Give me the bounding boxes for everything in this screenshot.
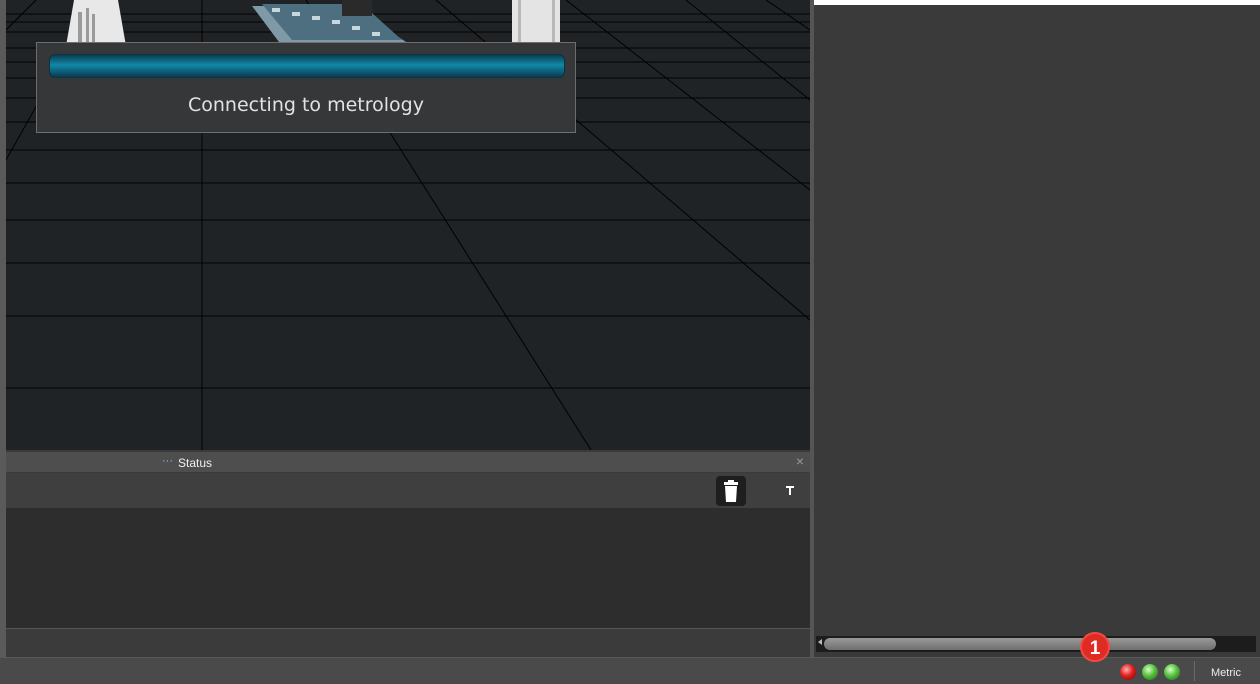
progress-bar (49, 54, 565, 78)
red-led-icon (1120, 664, 1136, 680)
drag-grip-icon[interactable]: ··· (162, 455, 173, 467)
units-indicator[interactable]: Metric (1211, 667, 1241, 679)
right-side-panel (814, 0, 1260, 657)
conveyor-model (252, 0, 412, 46)
connection-progress-dialog: Connecting to metrology (36, 42, 576, 133)
status-panel-footer (6, 628, 810, 655)
status-panel-title: Status (178, 456, 213, 470)
filter-button[interactable] (780, 479, 802, 501)
callout-marker: 1 (1080, 632, 1110, 662)
close-icon[interactable]: × (796, 453, 804, 469)
statusbar-separator (1194, 661, 1195, 681)
horizontal-scrollbar[interactable] (816, 636, 1256, 652)
right-panel-top-edge (814, 0, 1260, 5)
filter-icon (786, 486, 794, 495)
status-panel: ··· Status × (6, 452, 810, 655)
scroll-left-arrow-icon[interactable] (818, 639, 822, 645)
status-panel-header[interactable]: ··· Status × (6, 452, 810, 473)
scrollbar-thumb[interactable] (824, 638, 1216, 650)
status-log-area[interactable] (6, 508, 810, 628)
fixture-model (512, 0, 560, 46)
green-led-icon (1164, 664, 1180, 680)
clear-log-button[interactable] (716, 476, 746, 506)
dialog-message: Connecting to metrology (188, 94, 424, 116)
progress-bar-fill (50, 55, 564, 77)
robot-base-model (66, 0, 126, 46)
status-toolbar (6, 473, 810, 508)
green-led-icon (1142, 664, 1158, 680)
trash-icon (724, 480, 738, 502)
bottom-status-bar (0, 657, 1260, 684)
